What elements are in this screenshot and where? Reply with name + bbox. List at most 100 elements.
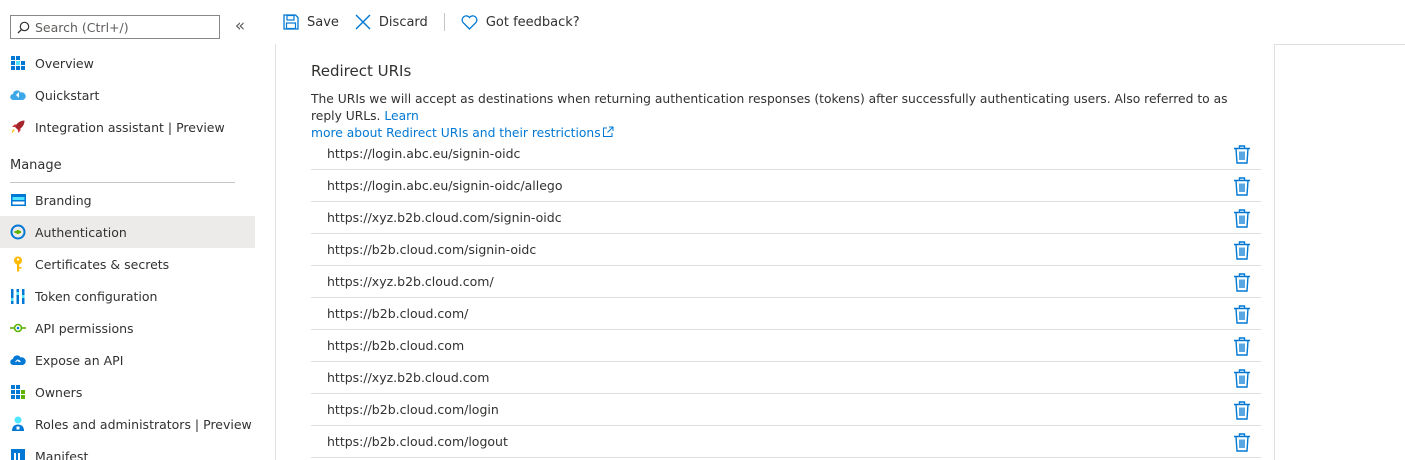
sidebar-item-expose-an-api[interactable]: Expose an API — [0, 344, 255, 376]
toolbar-separator — [443, 13, 445, 31]
sidebar-item-authentication[interactable]: Authentication — [0, 216, 255, 248]
uri-text[interactable]: https://xyz.b2b.cloud.com/signin-oidc — [327, 210, 562, 225]
cloud-api-icon — [10, 352, 26, 368]
uri-row: https://xyz.b2b.cloud.com/ — [311, 266, 1261, 298]
trash-icon — [1234, 177, 1250, 196]
manage-section-heading: Manage — [10, 158, 62, 173]
discard-label: Discard — [378, 14, 428, 30]
trash-icon — [1234, 337, 1250, 356]
save-label: Save — [307, 14, 339, 30]
uri-row: https://b2b.cloud.com/logout — [311, 426, 1261, 458]
delete-uri-button[interactable] — [1233, 209, 1251, 228]
uri-row: https://b2b.cloud.com/ — [311, 298, 1261, 330]
uri-text[interactable]: https://b2b.cloud.com/signin-oidc — [327, 242, 536, 257]
sidebar-item-label: Roles and administrators | Preview — [35, 416, 252, 432]
authentication-icon — [10, 224, 26, 240]
delete-uri-button[interactable] — [1233, 337, 1251, 356]
sidebar-item-manifest[interactable]: Manifest — [0, 440, 255, 460]
uri-row: https://xyz.b2b.cloud.com/signin-oidc — [311, 202, 1261, 234]
uri-text[interactable]: https://b2b.cloud.com/logout — [327, 434, 508, 449]
delete-uri-button[interactable] — [1233, 433, 1251, 452]
sidebar-item-label: API permissions — [35, 320, 134, 336]
sidebar-item-roles-administrators[interactable]: Roles and administrators | Preview — [0, 408, 255, 440]
learn-more-text-part1: Learn — [384, 109, 419, 123]
collapse-sidebar-button[interactable]: « — [232, 16, 248, 36]
sidebar-item-token-configuration[interactable]: Token configuration — [0, 280, 255, 312]
sidebar-item-label: Authentication — [35, 224, 127, 240]
redirect-uris-card: Redirect URIs The URIs we will accept as… — [275, 44, 1275, 460]
uri-text[interactable]: https://login.abc.eu/signin-oidc/allego — [327, 178, 563, 193]
save-button[interactable]: Save — [275, 7, 347, 37]
uri-text[interactable]: https://xyz.b2b.cloud.com — [327, 370, 489, 385]
sidebar-item-overview[interactable]: Overview — [0, 47, 255, 79]
rocket-icon — [10, 119, 26, 135]
uri-row: https://xyz.b2b.cloud.com — [311, 362, 1261, 394]
sidebar-item-owners[interactable]: Owners — [0, 376, 255, 408]
sidebar-item-branding[interactable]: Branding — [0, 184, 255, 216]
sidebar-item-api-permissions[interactable]: API permissions — [0, 312, 255, 344]
close-icon — [355, 14, 371, 30]
command-bar: Save Discard Got feedback? — [275, 0, 1405, 44]
uri-row: https://login.abc.eu/signin-oidc — [311, 138, 1261, 170]
section-divider — [10, 182, 235, 183]
sidebar-item-label: Expose an API — [35, 352, 124, 368]
redirect-uri-list: https://login.abc.eu/signin-oidc https:/… — [311, 138, 1261, 458]
sidebar-item-certificates-secrets[interactable]: Certificates & secrets — [0, 248, 255, 280]
uri-row: https://b2b.cloud.com — [311, 330, 1261, 362]
trash-icon — [1234, 433, 1250, 452]
description-text: The URIs we will accept as destinations … — [311, 92, 1228, 123]
uri-text[interactable]: https://b2b.cloud.com — [327, 338, 464, 353]
delete-uri-button[interactable] — [1233, 177, 1251, 196]
sidebar-item-label: Manifest — [35, 448, 89, 460]
sidebar-item-label: Branding — [35, 192, 92, 208]
search-box[interactable] — [10, 15, 220, 39]
section-description: The URIs we will accept as destinations … — [311, 91, 1261, 142]
feedback-button[interactable]: Got feedback? — [453, 7, 588, 37]
feedback-label: Got feedback? — [485, 14, 580, 30]
roles-admin-icon — [10, 416, 26, 432]
trash-icon — [1234, 401, 1250, 420]
manifest-icon — [10, 448, 26, 460]
uri-text[interactable]: https://b2b.cloud.com/ — [327, 306, 468, 321]
save-icon — [283, 14, 299, 30]
sidebar-item-quickstart[interactable]: Quickstart — [0, 79, 255, 111]
sidebar-item-integration-assistant[interactable]: Integration assistant | Preview — [0, 111, 255, 143]
trash-icon — [1234, 209, 1250, 228]
heart-icon — [461, 14, 478, 30]
delete-uri-button[interactable] — [1233, 273, 1251, 292]
sidebar: « Overview Quickstart — [0, 0, 255, 460]
section-title: Redirect URIs — [311, 62, 412, 80]
sidebar-item-label: Owners — [35, 384, 83, 400]
token-bars-icon — [10, 288, 26, 304]
branding-icon — [10, 192, 26, 208]
trash-icon — [1234, 145, 1250, 164]
uri-row: https://b2b.cloud.com/login — [311, 394, 1261, 426]
uri-text[interactable]: https://b2b.cloud.com/login — [327, 402, 499, 417]
uri-row: https://login.abc.eu/signin-oidc/allego — [311, 170, 1261, 202]
sidebar-item-label: Integration assistant | Preview — [35, 119, 225, 135]
trash-icon — [1234, 273, 1250, 292]
search-input[interactable] — [35, 19, 215, 35]
discard-button[interactable]: Discard — [347, 7, 436, 37]
api-permissions-icon — [10, 320, 26, 336]
sidebar-item-label: Overview — [35, 55, 94, 71]
owners-grid-icon — [10, 384, 26, 400]
overview-grid-icon — [10, 55, 26, 71]
trash-icon — [1234, 241, 1250, 260]
uri-row: https://b2b.cloud.com/signin-oidc — [311, 234, 1261, 266]
uri-text[interactable]: https://xyz.b2b.cloud.com/ — [327, 274, 494, 289]
search-icon — [17, 21, 30, 33]
sidebar-item-label: Quickstart — [35, 87, 100, 103]
external-link-icon — [602, 126, 614, 137]
trash-icon — [1234, 369, 1250, 388]
sidebar-item-label: Certificates & secrets — [35, 256, 170, 272]
cloud-quickstart-icon — [10, 87, 26, 103]
delete-uri-button[interactable] — [1233, 305, 1251, 324]
delete-uri-button[interactable] — [1233, 241, 1251, 260]
delete-uri-button[interactable] — [1233, 369, 1251, 388]
uri-text[interactable]: https://login.abc.eu/signin-oidc — [327, 146, 520, 161]
sidebar-item-label: Token configuration — [35, 288, 158, 304]
delete-uri-button[interactable] — [1233, 145, 1251, 164]
key-icon — [10, 256, 26, 272]
delete-uri-button[interactable] — [1233, 401, 1251, 420]
